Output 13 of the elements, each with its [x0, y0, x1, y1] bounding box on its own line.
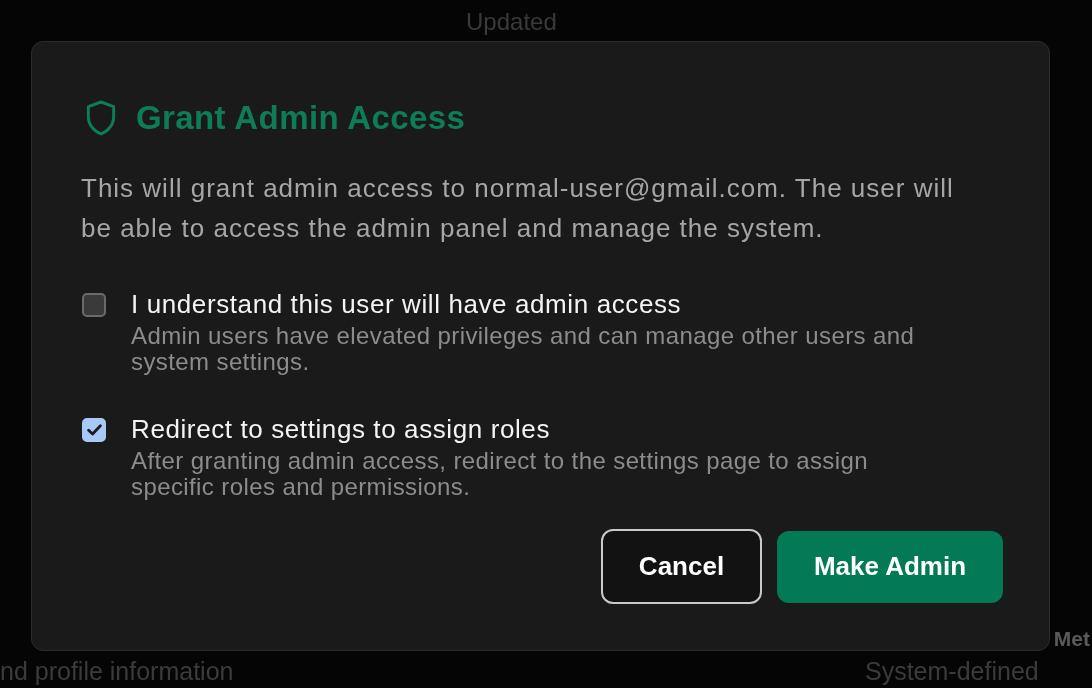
shield-icon: [85, 100, 117, 136]
option-description: After granting admin access, redirect to the settings page to assign specific roles and permissions.: [131, 448, 869, 500]
dialog-title: Grant Admin Access: [136, 98, 466, 138]
checkbox[interactable]: [82, 418, 106, 442]
check-icon: [86, 424, 102, 436]
cancel-button[interactable]: Cancel: [601, 529, 762, 604]
checkbox[interactable]: [82, 293, 106, 317]
make-admin-button[interactable]: Make Admin: [777, 530, 1003, 603]
option-description: Admin users have elevated privileges and can manage other users and system settings.: [131, 323, 916, 375]
section-heading: Met: [1053, 626, 1091, 652]
option-label: I understand this user will have admin access: [131, 288, 683, 320]
option-label: Redirect to settings to assign roles: [131, 413, 551, 445]
dialog-description: This will grant admin access to normal-user@gmail.com. The user will be able to access the admin panel and manage the system.: [81, 172, 955, 245]
